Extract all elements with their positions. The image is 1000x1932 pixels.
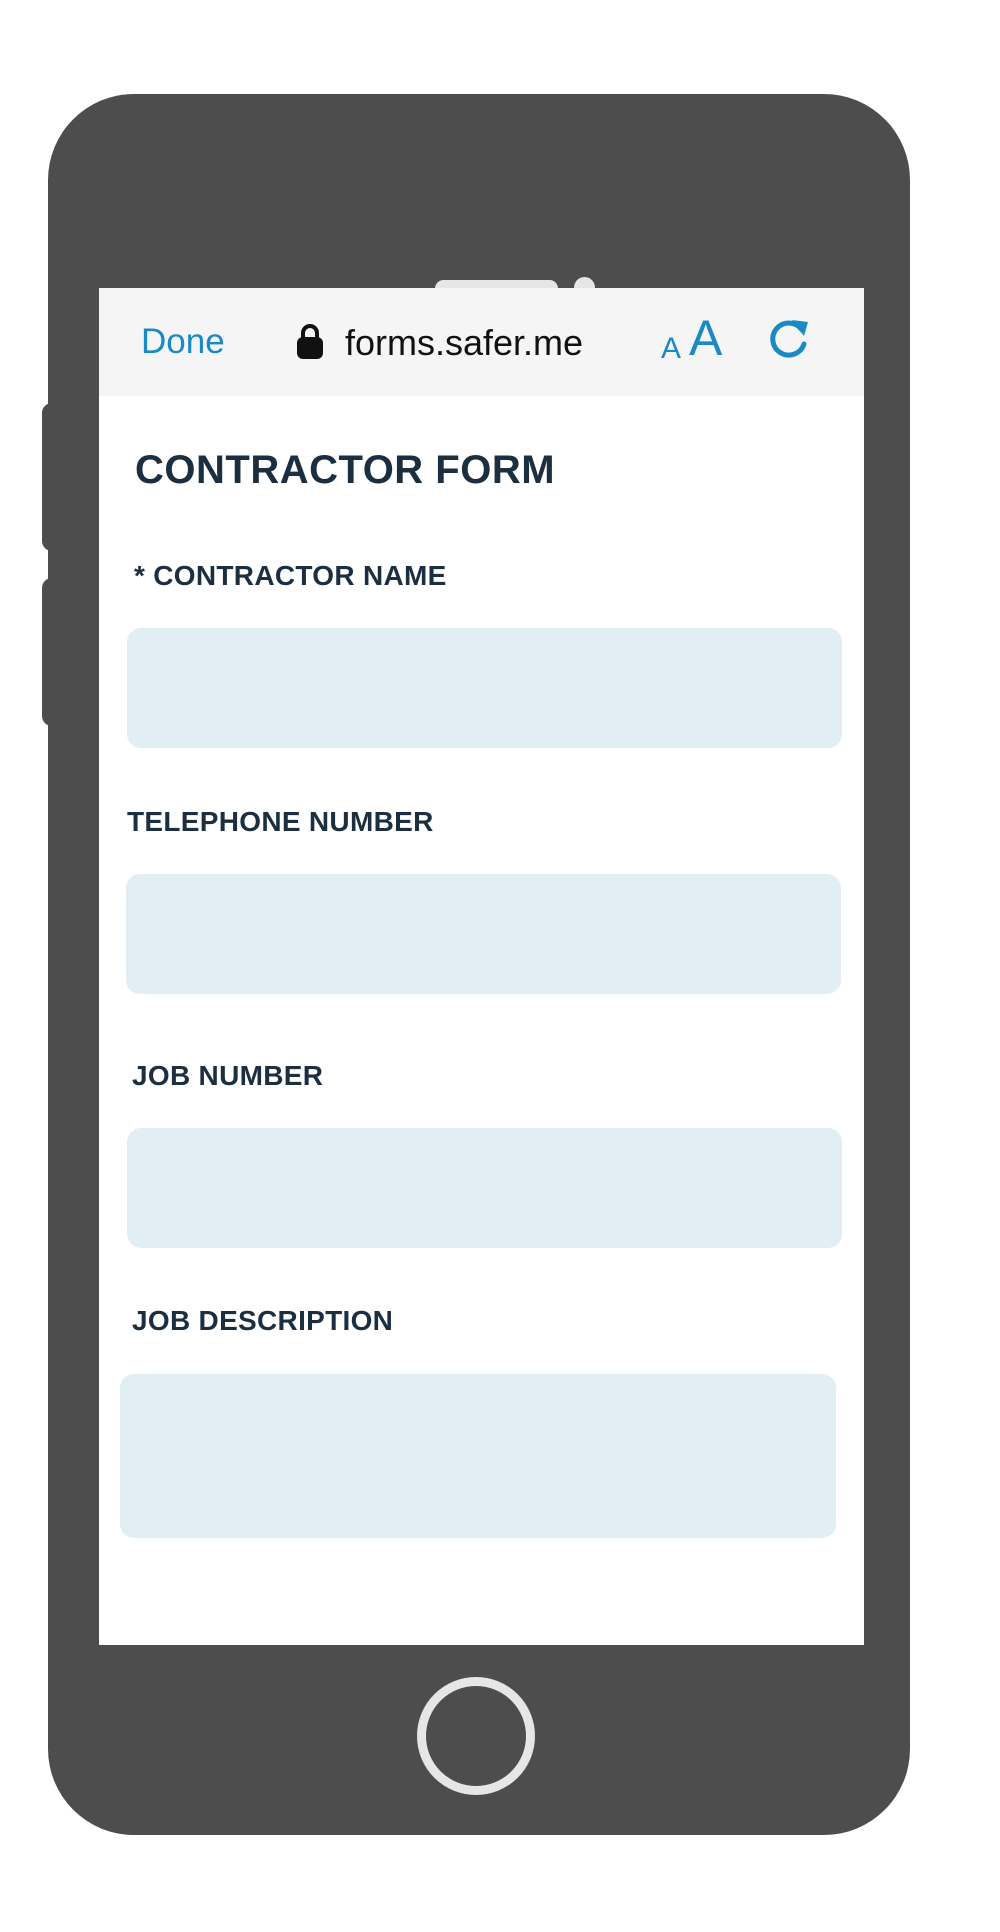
text-size-small-glyph: A	[661, 332, 682, 365]
contractor-name-input[interactable]	[127, 628, 842, 748]
address-bar-url[interactable]: forms.safer.me	[345, 322, 583, 364]
done-button[interactable]: Done	[141, 322, 225, 362]
telephone-number-input[interactable]	[126, 874, 841, 994]
reload-icon[interactable]	[766, 316, 812, 362]
browser-toolbar: Done forms.safer.me A A	[99, 288, 864, 396]
home-button	[417, 1677, 535, 1795]
contractor-name-label: * CONTRACTOR NAME	[134, 560, 447, 591]
text-size-large-glyph: A	[689, 310, 723, 366]
job-description-textarea[interactable]	[120, 1374, 836, 1538]
form-title: CONTRACTOR FORM	[135, 448, 556, 492]
job-number-label: JOB NUMBER	[132, 1060, 324, 1091]
job-number-input[interactable]	[127, 1128, 842, 1248]
job-description-label: JOB DESCRIPTION	[132, 1305, 394, 1336]
phone-screen: Done forms.safer.me A A CONTRACTOR FORM …	[99, 288, 864, 1645]
lock-icon	[297, 324, 323, 359]
telephone-number-label: TELEPHONE NUMBER	[127, 806, 434, 837]
